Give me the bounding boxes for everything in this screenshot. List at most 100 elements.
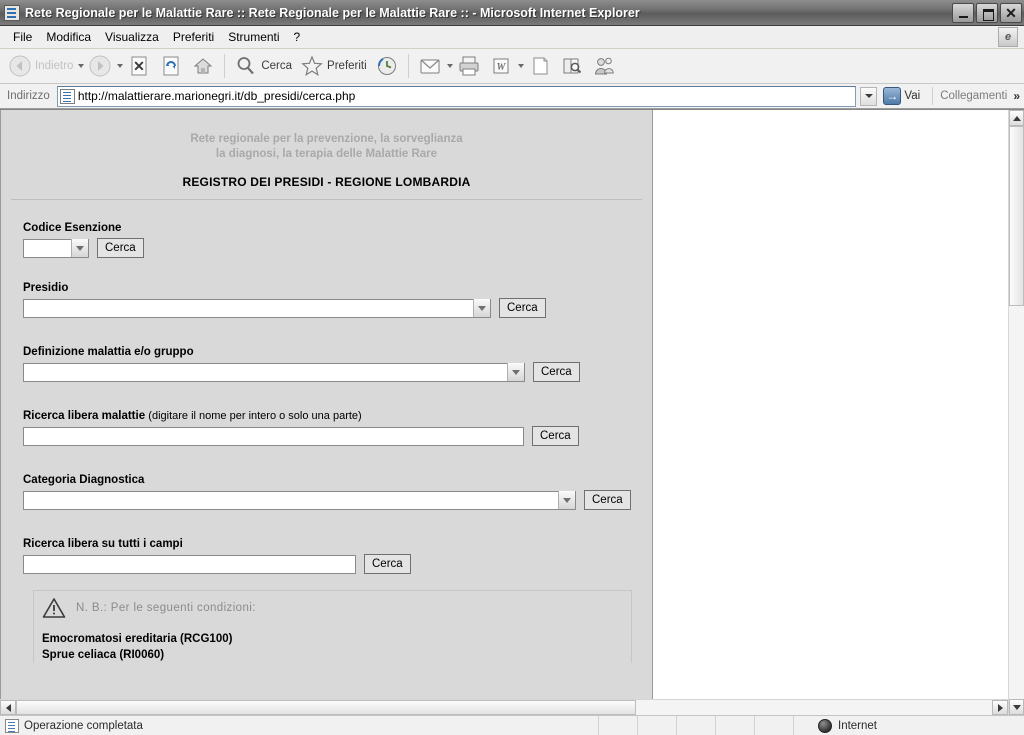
status-message-area: Operazione completata [0,716,599,735]
field-categoria-diagnostica: Categoria Diagnostica Cerca [23,474,642,510]
label-hint-ricerca-libera-malattie: (digitare il nome per intero o solo una … [148,410,362,422]
arrow-right-icon [997,703,1003,712]
select-categoria-diagnostica[interactable] [23,490,576,510]
word-edit-icon: W [489,54,513,78]
security-zone-label: Internet [838,719,877,732]
status-cell-1 [599,716,638,735]
menu-item-modifica[interactable]: Modifica [39,28,98,46]
menu-item-help[interactable]: ? [287,28,308,46]
star-icon [300,54,324,78]
label-codice-esenzione: Codice Esenzione [23,222,122,234]
address-input-box[interactable]: http://malattierare.marionegri.it/db_pre… [56,85,857,107]
chevron-down-icon [864,94,873,98]
scroll-right-button[interactable] [992,700,1008,715]
ie-brand-logo-icon: e [998,27,1018,47]
horizontal-scroll-track[interactable] [16,700,992,715]
back-button[interactable]: Indietro [4,51,77,81]
close-button[interactable]: ✕ [1000,2,1022,23]
favorites-button[interactable]: Preferiti [296,51,371,81]
input-ricerca-libera-malattie[interactable] [23,426,524,446]
input-ricerca-libera-tutti-campi[interactable] [23,554,356,574]
browser-canvas: Rete regionale per la prevenzione, la so… [0,109,1024,715]
page-viewport: Rete regionale per la prevenzione, la so… [0,110,1008,715]
search-button-presidio[interactable]: Cerca [499,298,546,318]
forward-button[interactable] [84,51,116,81]
address-bar: Indirizzo http://malattierare.marionegri… [0,84,1024,109]
label-ricerca-libera-malattie: Ricerca libera malattie (digitare il nom… [23,410,642,422]
mail-icon [418,54,442,78]
window-controls: ✕ [952,2,1022,23]
menu-item-visualizza[interactable]: Visualizza [98,28,166,46]
history-button[interactable] [371,51,403,81]
address-separator [932,87,934,105]
links-bar-label[interactable]: Collegamenti [940,90,1007,102]
blank-page-button[interactable] [524,51,556,81]
search-button-ricerca-libera-tutti-campi[interactable]: Cerca [364,554,411,574]
status-cell-5 [755,716,794,735]
search-button-categoria-diagnostica[interactable]: Cerca [584,490,631,510]
messenger-button[interactable] [588,51,620,81]
site-subtitle-line1: Rete regionale per la prevenzione, la so… [190,133,463,145]
site-subtitle-line2: la diagnosi, la terapia delle Malattie R… [215,148,438,160]
field-presidio: Presidio Cerca [23,282,642,318]
security-zone[interactable]: Internet [794,716,1024,735]
search-form: Codice Esenzione Cerca Presidio Cerca De… [11,200,642,574]
field-ricerca-libera-malattie: Ricerca libera malattie (digitare il nom… [23,410,642,446]
scroll-down-button[interactable] [1009,699,1024,715]
page-icon [528,54,552,78]
status-cell-2 [638,716,677,735]
label-presidio: Presidio [23,282,69,294]
printer-icon [457,54,481,78]
research-button[interactable] [556,51,588,81]
search-button-ricerca-libera-malattie[interactable]: Cerca [532,426,579,446]
stop-icon: ✕ [127,54,151,78]
status-bar: Operazione completata Internet [0,715,1024,735]
menu-item-file[interactable]: File [6,28,39,46]
select-wrap-codice-esenzione [23,238,89,258]
mail-button[interactable] [414,51,446,81]
label-text-ricerca-libera-malattie: Ricerca libera malattie [23,410,146,422]
horizontal-scroll-thumb[interactable] [16,700,636,715]
horizontal-scrollbar[interactable] [0,699,1008,715]
toolbar-separator [224,54,226,78]
refresh-button[interactable] [155,51,187,81]
arrow-up-icon [1012,115,1021,121]
home-icon [191,54,215,78]
select-codice-esenzione[interactable] [23,238,89,258]
go-button[interactable]: → Vai [881,86,925,106]
go-arrow-icon: → [883,87,902,105]
search-button[interactable]: Cerca [230,51,296,81]
page-title: REGISTRO DEI PRESIDI - REGIONE LOMBARDIA [182,175,471,189]
select-wrap-categoria-diagnostica [23,490,576,510]
address-url-text[interactable]: http://malattierare.marionegri.it/db_pre… [78,89,855,103]
search-icon [234,54,258,78]
vertical-scroll-track[interactable] [1009,126,1024,699]
stop-button[interactable]: ✕ [123,51,155,81]
vertical-scroll-thumb[interactable] [1009,126,1024,306]
address-dropdown-button[interactable] [860,86,878,106]
search-button-codice-esenzione[interactable]: Cerca [97,238,144,258]
window-title: Rete Regionale per le Malattie Rare :: R… [25,5,640,20]
search-label: Cerca [261,60,293,72]
scroll-up-button[interactable] [1009,110,1024,126]
search-button-definizione-malattia[interactable]: Cerca [533,362,580,382]
arrow-down-icon [1012,704,1021,710]
arrow-left-icon [5,703,11,712]
vertical-scrollbar[interactable] [1008,110,1024,715]
menu-bar: File Modifica Visualizza Preferiti Strum… [0,26,1024,49]
toolbar-overflow-icon[interactable]: » [1011,89,1022,103]
back-arrow-icon [8,54,32,78]
edit-button[interactable]: W [485,51,517,81]
menu-item-preferiti[interactable]: Preferiti [166,28,221,46]
notice-list-item: Sprue celiaca (RI0060) [42,649,165,661]
page-favicon-icon [59,88,75,104]
restore-button[interactable] [976,2,998,23]
select-presidio[interactable] [23,298,491,318]
scroll-left-button[interactable] [0,700,16,715]
minimize-button[interactable] [952,2,974,23]
page-status-icon [5,718,19,733]
print-button[interactable] [453,51,485,81]
home-button[interactable] [187,51,219,81]
select-definizione-malattia[interactable] [23,362,525,382]
menu-item-strumenti[interactable]: Strumenti [221,28,286,46]
